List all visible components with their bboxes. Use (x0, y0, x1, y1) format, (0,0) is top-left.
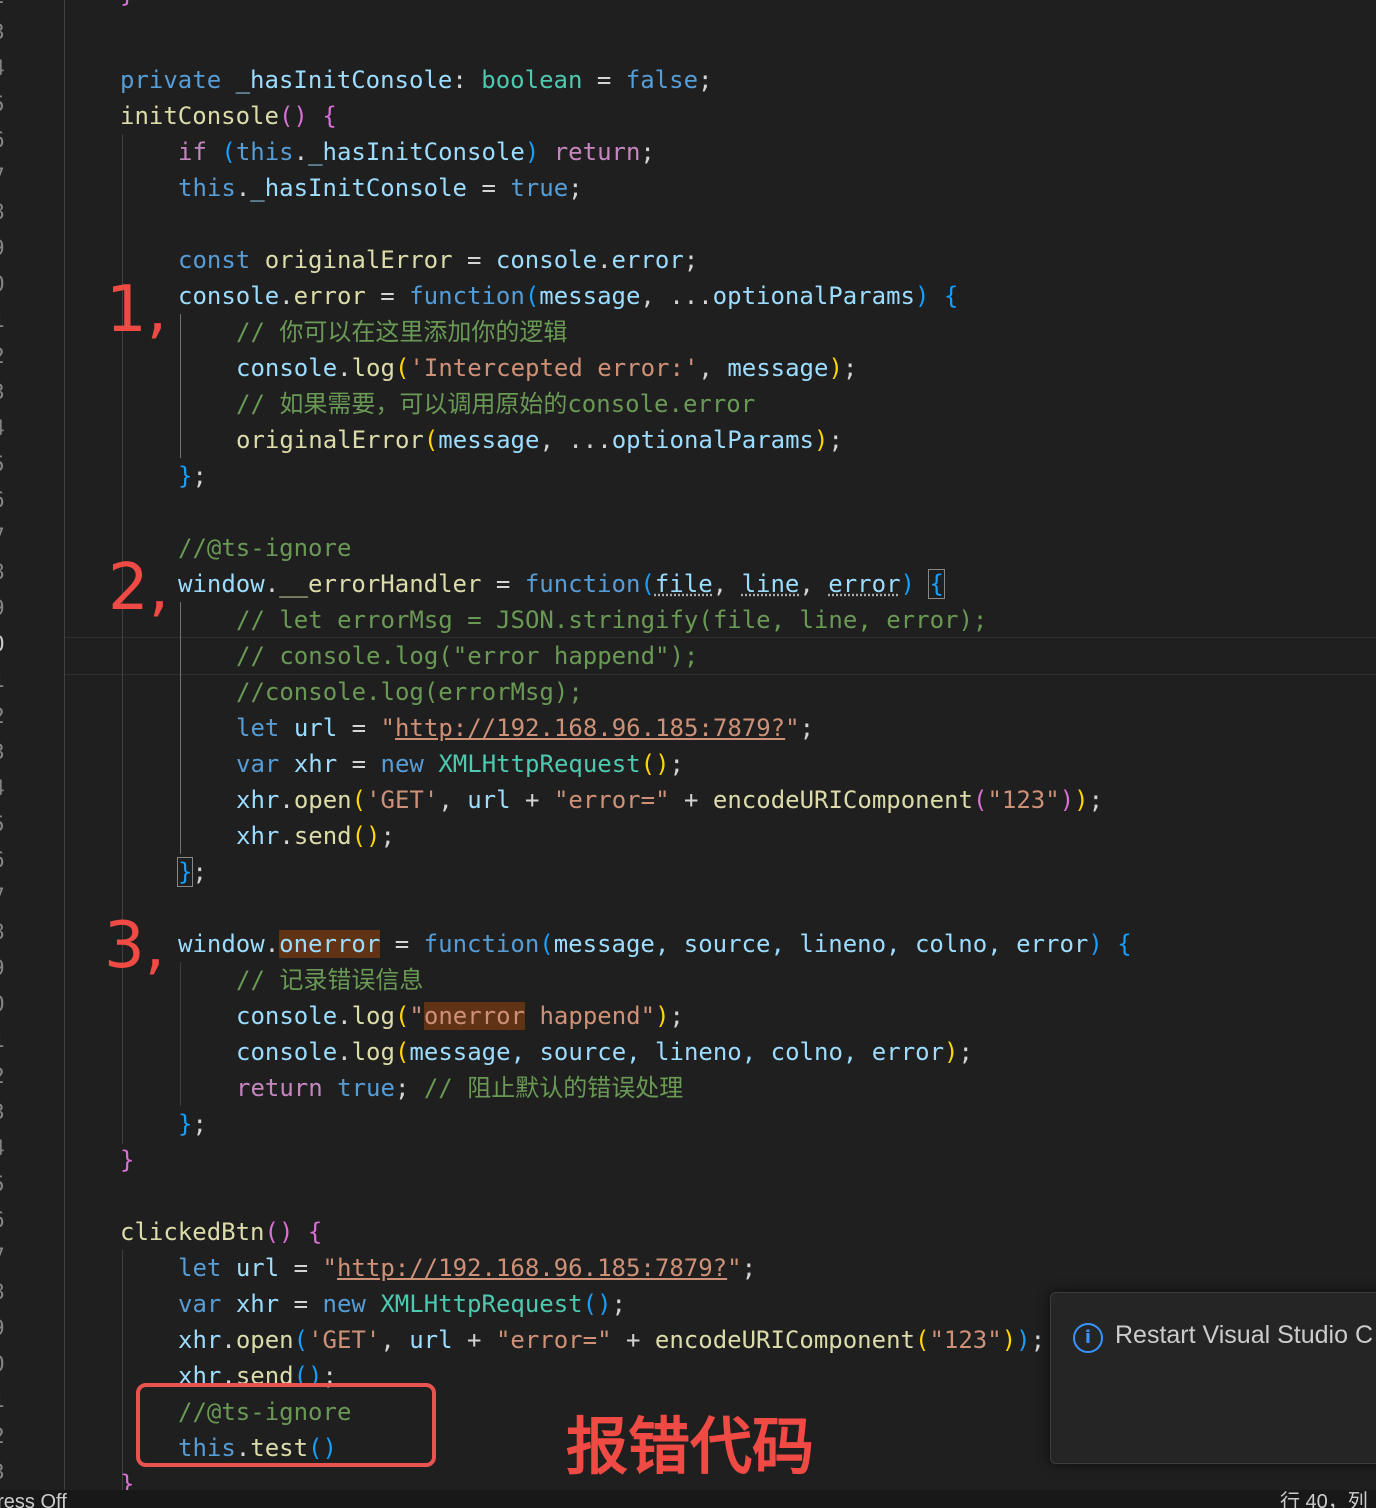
code-line: return true; // 阻止默认的错误处理 (236, 1074, 684, 1102)
code-line: let url = "http://192.168.96.185:7879?"; (236, 714, 815, 742)
code-line: xhr.open('GET', url + "error=" + encodeU… (178, 1326, 1046, 1354)
code-line: private _hasInitConsole: boolean = false… (120, 66, 713, 94)
line-number: 2 (0, 0, 10, 14)
annotation-mark-3: 3, (104, 909, 166, 983)
line-number: 8 (0, 554, 10, 590)
line-number: 5 (0, 1166, 10, 1202)
line-number: 0 (0, 986, 10, 1022)
code-line: } (120, 1470, 135, 1490)
code-line: } (120, 0, 134, 12)
code-comment: // 你可以在这里添加你的逻辑 (236, 318, 568, 346)
line-number: 0 (0, 626, 10, 662)
code-line: window.__errorHandler = function(file, l… (178, 569, 945, 599)
annotation-highlight-box (136, 1383, 436, 1467)
code-line: initConsole() { (120, 102, 337, 130)
indent-guide (180, 314, 181, 458)
annotation-mark-1: 1, (106, 273, 168, 347)
indent-guide (64, 0, 65, 1490)
code-line: xhr.send(); (236, 822, 395, 850)
line-number: 4 (0, 1130, 10, 1166)
notification-toast[interactable]: i Restart Visual Studio C (1050, 1292, 1376, 1464)
line-number: 7 (0, 1238, 10, 1274)
code-line: }; (178, 462, 207, 490)
line-number: 3 (0, 1454, 10, 1490)
line-number: 9 (0, 230, 10, 266)
code-comment: //console.log(errorMsg); (236, 678, 583, 706)
code-comment: // let errorMsg = JSON.stringify(file, l… (236, 606, 988, 634)
line-number: 5 (0, 806, 10, 842)
line-number: 2 (0, 698, 10, 734)
code-line: } (120, 1146, 135, 1174)
code-line: }; (178, 1110, 207, 1138)
line-number: 2 (0, 338, 10, 374)
line-number: 7 (0, 878, 10, 914)
line-number: 1 (0, 1022, 10, 1058)
line-number: 9 (0, 1310, 10, 1346)
code-line: let url = "http://192.168.96.185:7879?"; (178, 1254, 757, 1282)
line-number: 1 (0, 662, 10, 698)
line-number: 8 (0, 1274, 10, 1310)
line-number: 4 (0, 410, 10, 446)
code-line: clickedBtn() { (120, 1218, 323, 1246)
code-line: xhr.open('GET', url + "error=" + encodeU… (236, 786, 1104, 814)
line-number: 4 (0, 50, 10, 86)
code-comment: // 记录错误信息 (236, 966, 424, 994)
line-number: 6 (0, 842, 10, 878)
code-line: console.log("onerror happend"); (236, 1002, 684, 1030)
line-number: 8 (0, 194, 10, 230)
code-line: console.log('Intercepted error:', messag… (236, 354, 858, 382)
line-number: 1 (0, 1382, 10, 1418)
code-line: var xhr = new XMLHttpRequest(); (178, 1290, 626, 1318)
annotation-error-code-label: 报错代码 (566, 1410, 815, 1483)
code-line: this._hasInitConsole = true; (178, 174, 583, 202)
line-number: 8 (0, 914, 10, 950)
code-comment: // 如果需要，可以调用原始的console.error (236, 390, 756, 418)
line-number: 6 (0, 482, 10, 518)
line-number: 1 (0, 302, 10, 338)
info-icon: i (1073, 1323, 1103, 1353)
line-number: 3 (0, 734, 10, 770)
code-line: console.log(message, source, lineno, col… (236, 1038, 973, 1066)
code-line: var xhr = new XMLHttpRequest(); (236, 750, 684, 778)
line-number: 7 (0, 518, 10, 554)
url-link[interactable]: http://192.168.96.185:7879? (337, 1254, 727, 1282)
status-item-cursor-position[interactable]: 行 40，列 (1280, 1490, 1368, 1508)
indent-guide (180, 602, 181, 854)
line-number: 2 (0, 1418, 10, 1454)
indent-guide (180, 962, 181, 1106)
line-number: 0 (0, 1346, 10, 1382)
code-comment: //@ts-ignore (178, 534, 352, 562)
line-number: 4 (0, 770, 10, 806)
code-line: const originalError = console.error; (178, 246, 699, 274)
code-line: }; (176, 857, 207, 887)
line-number: 3 (0, 1094, 10, 1130)
indent-guide (122, 1250, 123, 1490)
status-bar: press Off 行 40，列 (0, 1490, 1376, 1508)
line-number: 6 (0, 122, 10, 158)
line-number: 3 (0, 374, 10, 410)
status-item-left[interactable]: press Off (0, 1490, 67, 1508)
line-number: 6 (0, 1202, 10, 1238)
code-line: originalError(message, ...optionalParams… (236, 426, 843, 454)
line-number: 9 (0, 590, 10, 626)
line-number: 5 (0, 86, 10, 122)
line-number: 7 (0, 158, 10, 194)
url-link[interactable]: http://192.168.96.185:7879? (395, 714, 785, 742)
line-number: 5 (0, 446, 10, 482)
line-number: 0 (0, 266, 10, 302)
line-number: 9 (0, 950, 10, 986)
line-number: 2 (0, 1058, 10, 1094)
code-line: if (this._hasInitConsole) return; (178, 138, 655, 166)
annotation-mark-2: 2, (108, 551, 170, 625)
code-editor[interactable]: 2345678901234567890123456789012345678901… (0, 0, 1376, 1490)
code-line: window.onerror = function(message, sourc… (178, 930, 1132, 958)
code-comment: // console.log("error happend"); (236, 642, 699, 670)
line-number: 3 (0, 14, 10, 50)
notification-message: Restart Visual Studio C (1115, 1321, 1373, 1349)
code-line: console.error = function(message, ...opt… (178, 282, 959, 310)
